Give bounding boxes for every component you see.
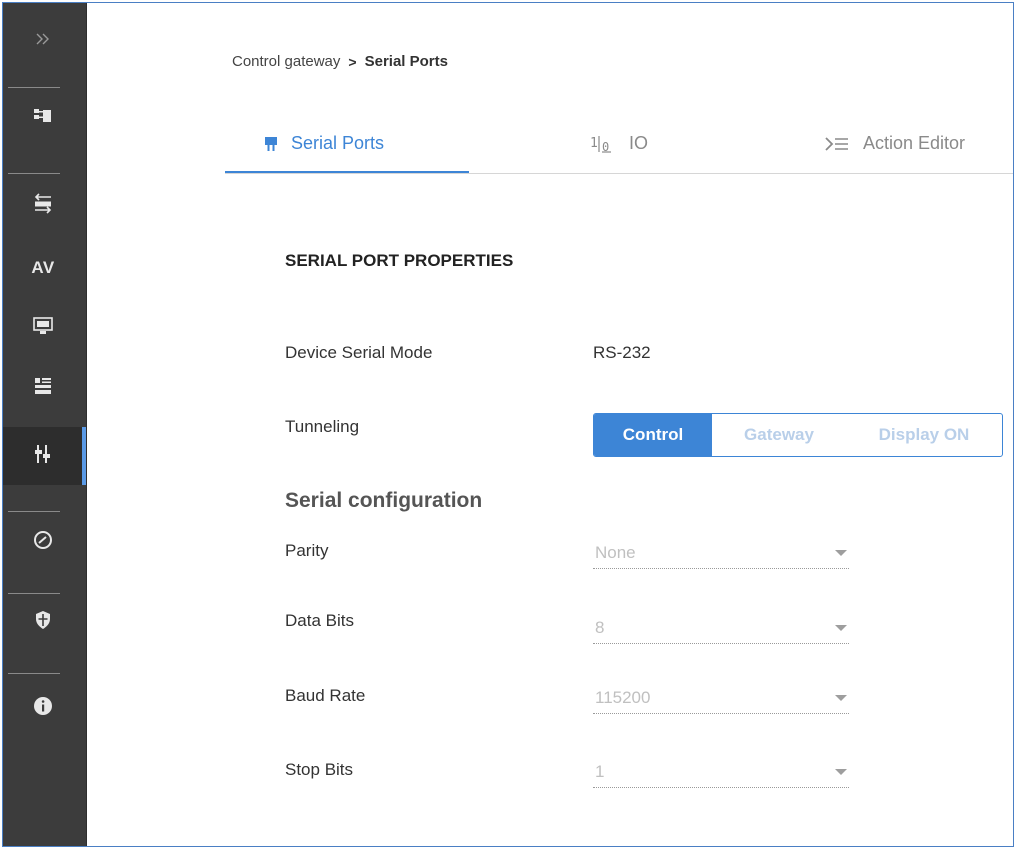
action-editor-icon bbox=[825, 136, 849, 152]
sidebar-item-av[interactable]: AV bbox=[3, 241, 83, 295]
stop-bits-value: 1 bbox=[595, 762, 605, 781]
gauge-icon bbox=[33, 530, 53, 555]
chevron-down-icon bbox=[835, 769, 847, 775]
device-serial-mode-label: Device Serial Mode bbox=[285, 343, 433, 362]
sidebar-item-about[interactable] bbox=[3, 681, 83, 735]
stop-bits-label: Stop Bits bbox=[285, 760, 354, 779]
tab-serial-ports[interactable]: Serial Ports bbox=[225, 115, 469, 173]
shield-icon bbox=[34, 610, 52, 635]
tunneling-option-gateway[interactable]: Gateway bbox=[712, 414, 846, 456]
auto-switch-icon bbox=[33, 192, 53, 220]
parity-value: None bbox=[595, 543, 636, 562]
sidebar-divider bbox=[8, 173, 60, 174]
stop-bits-select[interactable]: 1 bbox=[593, 757, 849, 788]
tunneling-toggle: Control Gateway Display ON bbox=[593, 413, 1003, 457]
app-window: AV Control gateway > Serial Ports Serial… bbox=[2, 2, 1014, 847]
breadcrumb-parent[interactable]: Control gateway bbox=[232, 53, 340, 70]
sidebar-item-edid[interactable] bbox=[3, 301, 83, 355]
tunneling-option-display-on[interactable]: Display ON bbox=[846, 414, 1002, 456]
tab-label: IO bbox=[629, 133, 649, 153]
chevron-down-icon bbox=[835, 550, 847, 556]
chevron-down-icon bbox=[835, 695, 847, 701]
parity-label: Parity bbox=[285, 541, 329, 560]
edid-icon bbox=[33, 316, 53, 340]
sidebar-item-routing[interactable] bbox=[3, 91, 83, 145]
sidebar-item-diagnostics[interactable] bbox=[3, 515, 83, 569]
sidebar: AV bbox=[3, 3, 87, 846]
tab-action-editor[interactable]: Action Editor bbox=[825, 115, 965, 172]
sidebar-item-settings[interactable] bbox=[3, 361, 83, 415]
baud-rate-label: Baud Rate bbox=[285, 686, 366, 705]
tunneling-option-control[interactable]: Control bbox=[594, 414, 712, 456]
parity-select[interactable]: None bbox=[593, 538, 849, 569]
sidebar-item-control-gateway[interactable] bbox=[3, 427, 86, 485]
expand-sidebar-button[interactable] bbox=[3, 21, 83, 61]
sidebar-divider bbox=[8, 673, 60, 674]
tunneling-label: Tunneling bbox=[285, 417, 360, 436]
device-serial-mode-value: RS-232 bbox=[593, 343, 651, 362]
data-bits-label: Data Bits bbox=[285, 611, 354, 630]
breadcrumb: Control gateway > Serial Ports bbox=[232, 53, 448, 70]
sidebar-divider bbox=[8, 511, 60, 512]
serial-port-icon bbox=[265, 136, 277, 152]
baud-rate-select[interactable]: 115200 bbox=[593, 683, 849, 714]
svg-text:0: 0 bbox=[602, 140, 609, 153]
double-chevron-right-icon bbox=[36, 32, 50, 50]
info-icon bbox=[33, 696, 53, 721]
tab-label: Action Editor bbox=[863, 133, 966, 153]
tab-io[interactable]: 1 0 IO bbox=[589, 115, 648, 172]
svg-text:1: 1 bbox=[590, 136, 598, 151]
routing-icon bbox=[33, 108, 53, 129]
chevron-down-icon bbox=[835, 625, 847, 631]
breadcrumb-separator: > bbox=[348, 53, 357, 70]
sidebar-divider bbox=[8, 87, 60, 88]
data-bits-value: 8 bbox=[595, 618, 605, 637]
serial-configuration-heading: Serial configuration bbox=[285, 489, 483, 512]
control-gateway-icon bbox=[34, 444, 52, 469]
baud-rate-value: 115200 bbox=[595, 688, 651, 707]
sidebar-item-auto-switching[interactable] bbox=[3, 179, 83, 233]
sidebar-divider bbox=[8, 593, 60, 594]
breadcrumb-current: Serial Ports bbox=[364, 53, 448, 70]
tab-label: Serial Ports bbox=[291, 133, 385, 153]
settings-icon bbox=[33, 376, 53, 401]
sidebar-item-security[interactable] bbox=[3, 595, 83, 649]
tab-bar: Serial Ports 1 0 IO Action Editor bbox=[225, 115, 1013, 174]
io-icon: 1 0 bbox=[589, 135, 615, 153]
section-title: SERIAL PORT PROPERTIES bbox=[285, 251, 514, 270]
data-bits-select[interactable]: 8 bbox=[593, 613, 849, 644]
av-label: AV bbox=[31, 258, 55, 277]
